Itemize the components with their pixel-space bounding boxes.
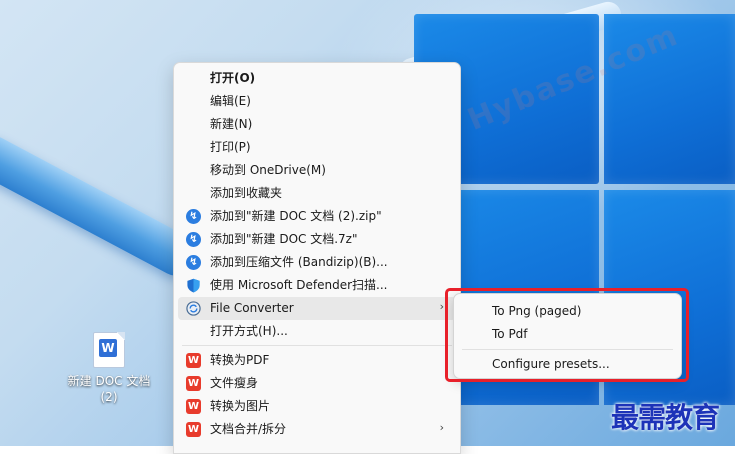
menu-item-label: 转换为PDF — [210, 353, 270, 367]
wps-icon: W — [186, 353, 201, 368]
menu-item-open-with[interactable]: 打开方式(H)... — [178, 320, 456, 343]
chevron-right-icon: › — [439, 300, 444, 313]
menu-item-label: File Converter — [210, 301, 294, 315]
desktop-file-icon[interactable]: W 新建 DOC 文档 (2) — [64, 332, 154, 405]
menu-item-label: 转换为图片 — [210, 399, 271, 413]
wps-icon: W — [186, 422, 201, 437]
menu-item-label: 使用 Microsoft Defender扫描... — [210, 278, 388, 292]
word-document-icon: W — [93, 332, 125, 368]
menu-item-label: 打开方式(H)... — [210, 324, 288, 338]
menu-item-label: 文档合并/拆分 — [210, 422, 287, 436]
bandizip-icon: ↯ — [186, 232, 201, 247]
chevron-right-icon: › — [439, 421, 444, 434]
desktop-file-label: 新建 DOC 文档 (2) — [67, 374, 151, 404]
bandizip-icon: ↯ — [186, 255, 201, 270]
file-converter-icon — [186, 301, 201, 316]
red-highlight-box — [445, 288, 689, 382]
menu-item-defender-scan[interactable]: 使用 Microsoft Defender扫描... — [178, 274, 456, 297]
wps-icon: W — [186, 399, 201, 414]
wps-icon: W — [186, 376, 201, 391]
bandizip-icon: ↯ — [186, 209, 201, 224]
context-menu: 打开(O) 编辑(E) 新建(N) 打印(P) 移动到 OneDrive(M) … — [173, 62, 461, 454]
menu-item-merge-split[interactable]: W 文档合并/拆分 › — [178, 418, 456, 441]
menu-item-add-favorites[interactable]: 添加到收藏夹 — [178, 182, 456, 205]
menu-item-convert-pdf[interactable]: W 转换为PDF — [178, 349, 456, 372]
menu-item-label: 添加到收藏夹 — [210, 186, 283, 200]
menu-item-add-zip[interactable]: ↯ 添加到"新建 DOC 文档 (2).zip" — [178, 205, 456, 228]
menu-item-label: 移动到 OneDrive(M) — [210, 163, 326, 177]
menu-item-label: 新建(N) — [210, 117, 253, 131]
menu-item-label: 打开(O) — [210, 71, 256, 85]
menu-item-file-converter[interactable]: File Converter › — [178, 297, 456, 320]
menu-item-label: 编辑(E) — [210, 94, 251, 108]
menu-item-bandizip[interactable]: ↯ 添加到压缩文件 (Bandizip)(B)... — [178, 251, 456, 274]
menu-item-label: 文件瘦身 — [210, 376, 259, 390]
menu-item-convert-image[interactable]: W 转换为图片 — [178, 395, 456, 418]
menu-item-label: 打印(P) — [210, 140, 251, 154]
menu-item-open[interactable]: 打开(O) — [178, 67, 456, 90]
menu-item-new[interactable]: 新建(N) — [178, 113, 456, 136]
menu-item-edit[interactable]: 编辑(E) — [178, 90, 456, 113]
defender-shield-icon — [187, 278, 200, 293]
menu-item-print[interactable]: 打印(P) — [178, 136, 456, 159]
menu-item-label: 添加到"新建 DOC 文档.7z" — [210, 232, 358, 246]
menu-item-slim-file[interactable]: W 文件瘦身 — [178, 372, 456, 395]
menu-item-add-7z[interactable]: ↯ 添加到"新建 DOC 文档.7z" — [178, 228, 456, 251]
brand-logo: 最需教育 — [611, 401, 720, 434]
menu-item-label: 添加到压缩文件 (Bandizip)(B)... — [210, 255, 388, 269]
menu-item-label: 添加到"新建 DOC 文档 (2).zip" — [210, 209, 382, 223]
menu-item-move-onedrive[interactable]: 移动到 OneDrive(M) — [178, 159, 456, 182]
menu-separator — [182, 345, 452, 346]
